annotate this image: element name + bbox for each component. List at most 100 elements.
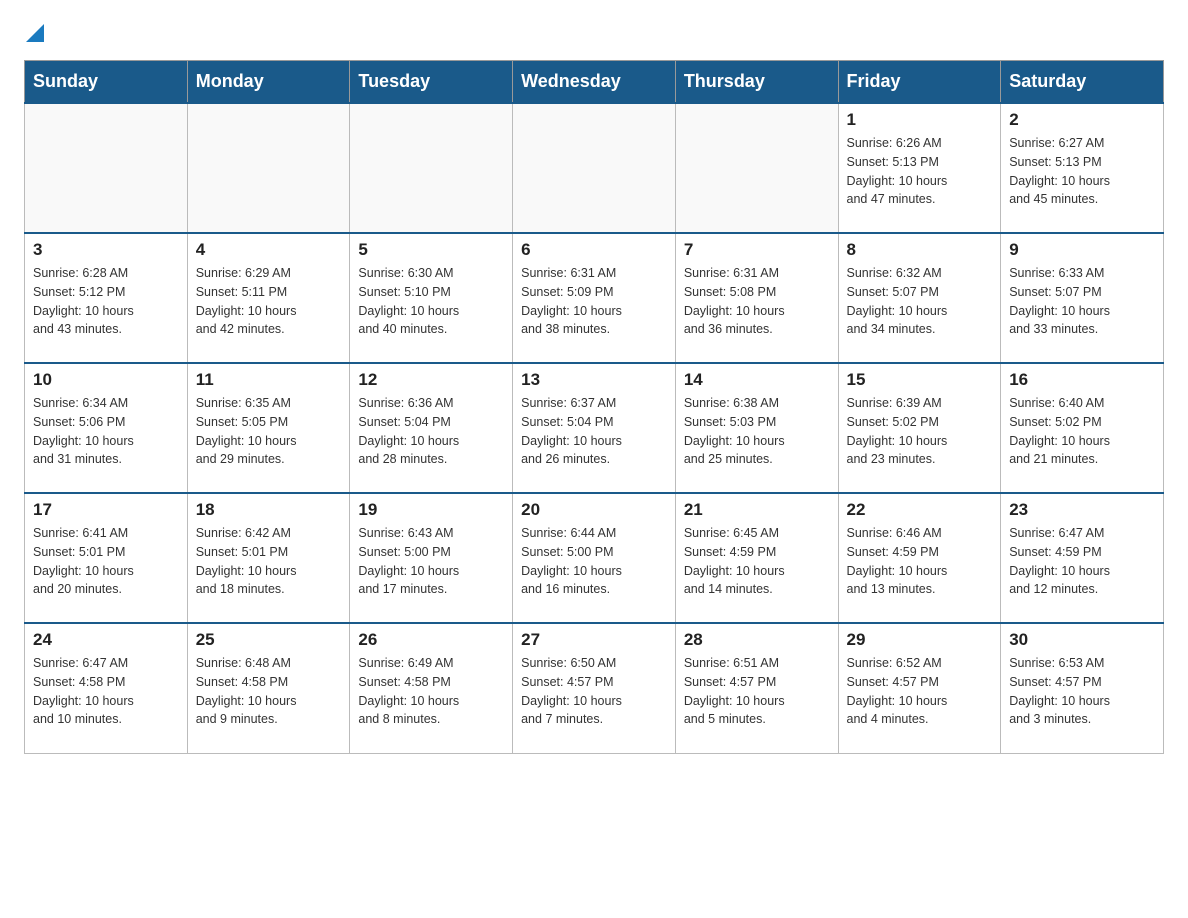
day-info: Sunrise: 6:36 AMSunset: 5:04 PMDaylight:… (358, 394, 504, 469)
calendar-cell: 18 Sunrise: 6:42 AMSunset: 5:01 PMDayligh… (187, 493, 350, 623)
calendar: SundayMondayTuesdayWednesdayThursdayFrid… (24, 60, 1164, 754)
day-number: 22 (847, 500, 993, 520)
calendar-cell: 15 Sunrise: 6:39 AMSunset: 5:02 PMDayligh… (838, 363, 1001, 493)
day-info: Sunrise: 6:31 AMSunset: 5:09 PMDaylight:… (521, 264, 667, 339)
calendar-cell (513, 103, 676, 233)
calendar-cell: 22 Sunrise: 6:46 AMSunset: 4:59 PMDayligh… (838, 493, 1001, 623)
day-number: 10 (33, 370, 179, 390)
weekday-header-wednesday: Wednesday (513, 61, 676, 104)
calendar-cell: 26Sunrise: 6:49 AMSunset: 4:58 PMDayligh… (350, 623, 513, 753)
day-info: Sunrise: 6:39 AMSunset: 5:02 PMDaylight:… (847, 394, 993, 469)
day-info: Sunrise: 6:53 AMSunset: 4:57 PMDaylight:… (1009, 654, 1155, 729)
calendar-cell: 11 Sunrise: 6:35 AMSunset: 5:05 PMDayligh… (187, 363, 350, 493)
day-number: 20 (521, 500, 667, 520)
day-info: Sunrise: 6:43 AMSunset: 5:00 PMDaylight:… (358, 524, 504, 599)
day-info: Sunrise: 6:26 AMSunset: 5:13 PMDaylight:… (847, 134, 993, 209)
day-number: 2 (1009, 110, 1155, 130)
day-info: Sunrise: 6:40 AMSunset: 5:02 PMDaylight:… (1009, 394, 1155, 469)
day-number: 28 (684, 630, 830, 650)
calendar-cell: 23 Sunrise: 6:47 AMSunset: 4:59 PMDayligh… (1001, 493, 1164, 623)
day-number: 3 (33, 240, 179, 260)
week-row-3: 10 Sunrise: 6:34 AMSunset: 5:06 PMDayligh… (25, 363, 1164, 493)
day-info: Sunrise: 6:44 AMSunset: 5:00 PMDaylight:… (521, 524, 667, 599)
calendar-cell: 12Sunrise: 6:36 AMSunset: 5:04 PMDayligh… (350, 363, 513, 493)
day-number: 8 (847, 240, 993, 260)
day-info: Sunrise: 6:27 AMSunset: 5:13 PMDaylight:… (1009, 134, 1155, 209)
calendar-cell: 30 Sunrise: 6:53 AMSunset: 4:57 PMDayligh… (1001, 623, 1164, 753)
calendar-cell: 19 Sunrise: 6:43 AMSunset: 5:00 PMDayligh… (350, 493, 513, 623)
weekday-header-thursday: Thursday (675, 61, 838, 104)
day-info: Sunrise: 6:41 AMSunset: 5:01 PMDaylight:… (33, 524, 179, 599)
day-number: 18 (196, 500, 342, 520)
calendar-cell: 16 Sunrise: 6:40 AMSunset: 5:02 PMDayligh… (1001, 363, 1164, 493)
calendar-cell: 4Sunrise: 6:29 AMSunset: 5:11 PMDaylight… (187, 233, 350, 363)
day-number: 21 (684, 500, 830, 520)
calendar-cell: 3 Sunrise: 6:28 AMSunset: 5:12 PMDaylight… (25, 233, 188, 363)
weekday-header-saturday: Saturday (1001, 61, 1164, 104)
week-row-2: 3 Sunrise: 6:28 AMSunset: 5:12 PMDaylight… (25, 233, 1164, 363)
day-info: Sunrise: 6:30 AMSunset: 5:10 PMDaylight:… (358, 264, 504, 339)
weekday-header-row: SundayMondayTuesdayWednesdayThursdayFrid… (25, 61, 1164, 104)
logo-triangle-icon (26, 24, 44, 42)
day-info: Sunrise: 6:38 AMSunset: 5:03 PMDaylight:… (684, 394, 830, 469)
week-row-5: 24Sunrise: 6:47 AMSunset: 4:58 PMDayligh… (25, 623, 1164, 753)
day-info: Sunrise: 6:48 AMSunset: 4:58 PMDaylight:… (196, 654, 342, 729)
calendar-cell: 10 Sunrise: 6:34 AMSunset: 5:06 PMDayligh… (25, 363, 188, 493)
calendar-cell: 27Sunrise: 6:50 AMSunset: 4:57 PMDayligh… (513, 623, 676, 753)
day-info: Sunrise: 6:35 AMSunset: 5:05 PMDaylight:… (196, 394, 342, 469)
day-info: Sunrise: 6:47 AMSunset: 4:59 PMDaylight:… (1009, 524, 1155, 599)
day-number: 24 (33, 630, 179, 650)
calendar-cell: 24Sunrise: 6:47 AMSunset: 4:58 PMDayligh… (25, 623, 188, 753)
day-number: 19 (358, 500, 504, 520)
day-info: Sunrise: 6:32 AMSunset: 5:07 PMDaylight:… (847, 264, 993, 339)
day-number: 13 (521, 370, 667, 390)
day-info: Sunrise: 6:42 AMSunset: 5:01 PMDaylight:… (196, 524, 342, 599)
calendar-cell: 2 Sunrise: 6:27 AMSunset: 5:13 PMDaylight… (1001, 103, 1164, 233)
calendar-cell: 7 Sunrise: 6:31 AMSunset: 5:08 PMDaylight… (675, 233, 838, 363)
day-info: Sunrise: 6:28 AMSunset: 5:12 PMDaylight:… (33, 264, 179, 339)
calendar-cell: 1 Sunrise: 6:26 AMSunset: 5:13 PMDaylight… (838, 103, 1001, 233)
weekday-header-sunday: Sunday (25, 61, 188, 104)
day-number: 6 (521, 240, 667, 260)
week-row-4: 17 Sunrise: 6:41 AMSunset: 5:01 PMDayligh… (25, 493, 1164, 623)
calendar-cell (187, 103, 350, 233)
calendar-cell: 28 Sunrise: 6:51 AMSunset: 4:57 PMDayligh… (675, 623, 838, 753)
day-info: Sunrise: 6:51 AMSunset: 4:57 PMDaylight:… (684, 654, 830, 729)
day-number: 1 (847, 110, 993, 130)
calendar-cell: 13 Sunrise: 6:37 AMSunset: 5:04 PMDayligh… (513, 363, 676, 493)
day-info: Sunrise: 6:49 AMSunset: 4:58 PMDaylight:… (358, 654, 504, 729)
day-number: 9 (1009, 240, 1155, 260)
calendar-cell: 14 Sunrise: 6:38 AMSunset: 5:03 PMDayligh… (675, 363, 838, 493)
day-number: 11 (196, 370, 342, 390)
calendar-cell: 6 Sunrise: 6:31 AMSunset: 5:09 PMDaylight… (513, 233, 676, 363)
day-info: Sunrise: 6:45 AMSunset: 4:59 PMDaylight:… (684, 524, 830, 599)
day-info: Sunrise: 6:37 AMSunset: 5:04 PMDaylight:… (521, 394, 667, 469)
header (24, 24, 1164, 44)
day-info: Sunrise: 6:33 AMSunset: 5:07 PMDaylight:… (1009, 264, 1155, 339)
calendar-cell: 29 Sunrise: 6:52 AMSunset: 4:57 PMDayligh… (838, 623, 1001, 753)
day-number: 5 (358, 240, 504, 260)
day-info: Sunrise: 6:52 AMSunset: 4:57 PMDaylight:… (847, 654, 993, 729)
weekday-header-friday: Friday (838, 61, 1001, 104)
day-number: 16 (1009, 370, 1155, 390)
day-number: 23 (1009, 500, 1155, 520)
day-info: Sunrise: 6:34 AMSunset: 5:06 PMDaylight:… (33, 394, 179, 469)
logo (24, 24, 44, 44)
day-info: Sunrise: 6:46 AMSunset: 4:59 PMDaylight:… (847, 524, 993, 599)
day-number: 27 (521, 630, 667, 650)
day-number: 4 (196, 240, 342, 260)
day-number: 15 (847, 370, 993, 390)
day-info: Sunrise: 6:31 AMSunset: 5:08 PMDaylight:… (684, 264, 830, 339)
day-number: 30 (1009, 630, 1155, 650)
calendar-cell: 9 Sunrise: 6:33 AMSunset: 5:07 PMDaylight… (1001, 233, 1164, 363)
weekday-header-monday: Monday (187, 61, 350, 104)
calendar-cell: 17 Sunrise: 6:41 AMSunset: 5:01 PMDayligh… (25, 493, 188, 623)
calendar-cell: 21 Sunrise: 6:45 AMSunset: 4:59 PMDayligh… (675, 493, 838, 623)
day-number: 17 (33, 500, 179, 520)
calendar-cell: 20 Sunrise: 6:44 AMSunset: 5:00 PMDayligh… (513, 493, 676, 623)
day-number: 14 (684, 370, 830, 390)
day-number: 7 (684, 240, 830, 260)
calendar-cell (25, 103, 188, 233)
day-number: 29 (847, 630, 993, 650)
calendar-cell: 8 Sunrise: 6:32 AMSunset: 5:07 PMDaylight… (838, 233, 1001, 363)
